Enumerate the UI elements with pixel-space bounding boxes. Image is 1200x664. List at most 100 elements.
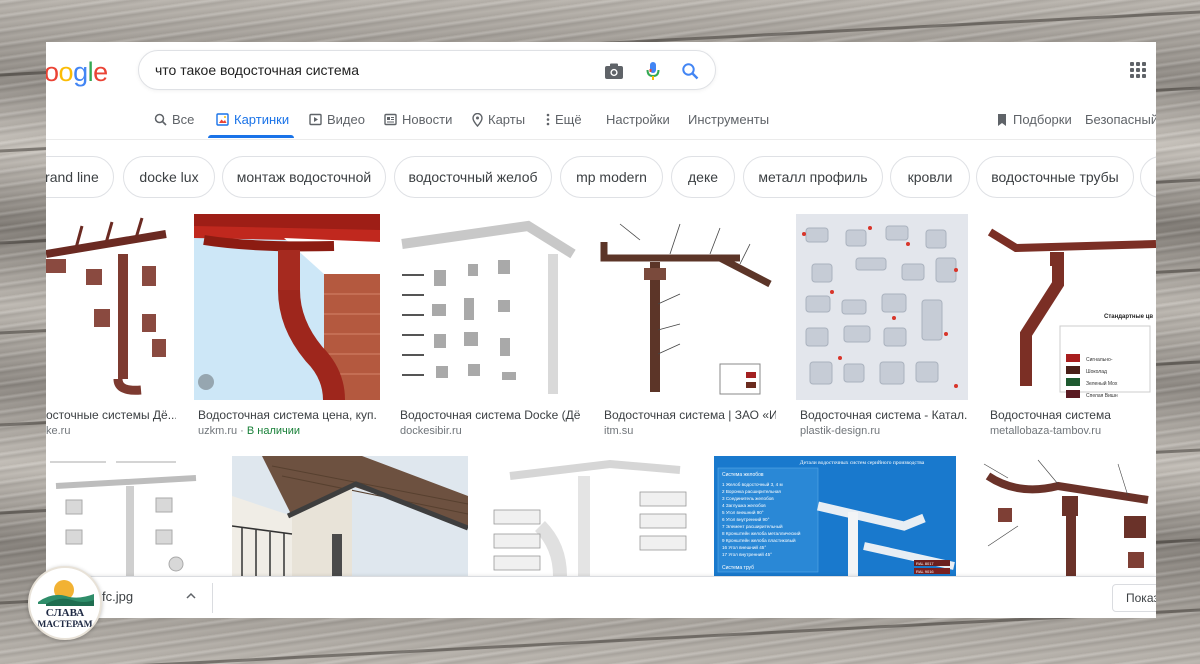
result-source[interactable]: ke.ru (46, 425, 70, 437)
blue-item: 6 Угол внутренний 90° (722, 516, 770, 522)
tab-maps[interactable]: Карты (472, 112, 525, 127)
result-title[interactable]: Водосточная система Docke (Дё... (400, 408, 580, 422)
blue-item: 9 Кронштейн желоба пластиковый (722, 537, 796, 543)
tab-news[interactable]: Новости (384, 112, 452, 127)
blue-item: 4 Заглушка желобов (722, 503, 766, 508)
chip-metall-profil[interactable]: металл профиль (743, 156, 883, 198)
result-source[interactable]: uzkm.ru · В наличии (198, 425, 300, 437)
tab-settings[interactable]: Настройки (606, 112, 670, 127)
image-icon (216, 113, 229, 126)
blue-item: 17 Угол внутренний 45° (722, 551, 772, 557)
chevron-up-icon[interactable] (186, 589, 196, 603)
news-icon (384, 113, 397, 126)
tab-tools[interactable]: Инструменты (688, 112, 769, 127)
brand-line-2: МАСТЕРАМ (37, 620, 93, 630)
result-image[interactable] (46, 456, 214, 576)
blue-item: 3 Соединитель желобов (722, 496, 774, 501)
ral-label: RAL 8017 (916, 561, 934, 566)
result-source[interactable]: metallobaza-tambov.ru (990, 425, 1101, 437)
result-image[interactable] (978, 456, 1156, 576)
result-title[interactable]: Водосточная система цена, куп... (198, 408, 376, 422)
active-tab-indicator (208, 135, 294, 138)
safesearch-link[interactable]: Безопасный (1085, 112, 1156, 127)
result-image[interactable] (194, 214, 380, 400)
brand-logo: СЛАВА МАСТЕРАМ (28, 566, 102, 640)
download-separator (212, 583, 213, 613)
ral-label: RAL 9016 (916, 569, 934, 574)
blue-list-foot: Система труб (722, 565, 754, 571)
logo-letter: o (46, 57, 59, 87)
result-title[interactable]: Водосточная система (990, 408, 1156, 422)
blue-item: 2 Воронка расширительная (722, 489, 781, 494)
show-all-downloads-button[interactable]: Показ (1112, 584, 1156, 612)
chip-montazh[interactable]: монтаж водосточной (222, 156, 386, 198)
chip-krovli[interactable]: кровли (890, 156, 970, 198)
map-pin-icon (472, 112, 483, 127)
std-color-1: Сигнально- (1086, 357, 1113, 363)
search-icon (154, 113, 167, 126)
result-source[interactable]: dockesibir.ru (400, 425, 462, 437)
result-image[interactable] (796, 214, 968, 400)
result-title[interactable]: Водосточная система - Катал... (800, 408, 968, 422)
search-input[interactable] (155, 59, 585, 81)
tab-video[interactable]: Видео (309, 112, 365, 127)
collections-link[interactable]: Подборки (996, 112, 1072, 127)
chip-grand-line[interactable]: grand line (46, 156, 114, 198)
logo-letter: o (58, 57, 74, 87)
chip-mp-modern[interactable]: mp modern (560, 156, 663, 198)
search-box (138, 50, 716, 90)
collections-label: Подборки (1013, 112, 1072, 127)
tab-label: Карты (488, 112, 526, 127)
result-title[interactable]: осточные системы Дё... (46, 408, 176, 422)
result-image[interactable]: Стандартные цв Сигнально- Шоколад Зелены… (986, 214, 1156, 400)
blue-list-head: Система желобов (722, 472, 764, 478)
apps-grid-icon[interactable] (1130, 62, 1146, 78)
result-image[interactable] (490, 456, 692, 576)
tab-more[interactable]: Ещё (546, 112, 582, 127)
related-chips: grand line docke lux монтаж водосточной … (46, 156, 1156, 198)
chip-partial[interactable] (1140, 156, 1156, 198)
microphone-icon[interactable] (642, 60, 664, 82)
search-icon[interactable] (679, 60, 701, 82)
tab-all[interactable]: Все (154, 112, 194, 127)
tab-label: Картинки (234, 112, 290, 127)
result-image[interactable] (398, 214, 582, 400)
blue-item: 7 Элемент расширительный (722, 523, 783, 529)
tab-label: Ещё (555, 112, 582, 127)
std-color-2: Шоколад (1086, 369, 1107, 375)
google-logo[interactable]: oogle (46, 56, 108, 88)
in-stock-badge: В наличии (246, 425, 301, 437)
tab-label: Настройки (606, 112, 670, 127)
bookmark-icon (998, 113, 1006, 126)
result-image[interactable] (600, 214, 778, 400)
result-image[interactable]: Детали водосточных систем серийного прои… (714, 456, 956, 576)
tab-label: Инструменты (688, 112, 770, 127)
camera-icon[interactable] (603, 60, 625, 82)
tab-label: Новости (402, 112, 453, 127)
chip-vodostochnye-truby[interactable]: водосточные трубы (976, 156, 1134, 198)
blue-item: 1 Желоб водосточный 3, 4 м (722, 481, 783, 487)
blue-item: 5 Угол внешний 90° (722, 509, 764, 515)
std-colors-title: Стандартные цв (1104, 314, 1153, 320)
video-icon (309, 113, 322, 126)
safesearch-label: Безопасный (1085, 112, 1156, 127)
chip-zheloby[interactable]: водосточный желоб (394, 156, 552, 198)
chip-docke-lux[interactable]: docke lux (123, 156, 215, 198)
chip-deke[interactable]: деке (671, 156, 735, 198)
tab-images[interactable]: Картинки (216, 112, 289, 127)
blue-thumb-title: Детали водосточных систем серийного прои… (800, 459, 925, 466)
download-filename[interactable]: fc.jpg (102, 589, 133, 604)
tab-label: Видео (327, 112, 365, 127)
result-source[interactable]: itm.su (604, 425, 633, 437)
result-source-domain: uzkm.ru (198, 425, 238, 437)
logo-letter: g (73, 57, 88, 87)
more-vert-icon (546, 113, 550, 126)
result-image[interactable] (46, 214, 176, 400)
blue-item: 16 Угол внешний 45° (722, 544, 766, 550)
header-divider (46, 139, 1156, 140)
result-source[interactable]: plastik-design.ru (800, 425, 880, 437)
browser-panel: oogle Все Картинки Видео (46, 42, 1156, 618)
blue-item: 8 Кронштейн желоба металлический (722, 530, 801, 536)
result-title[interactable]: Водосточная система | ЗАО «И... (604, 408, 776, 422)
result-image[interactable] (232, 456, 468, 576)
